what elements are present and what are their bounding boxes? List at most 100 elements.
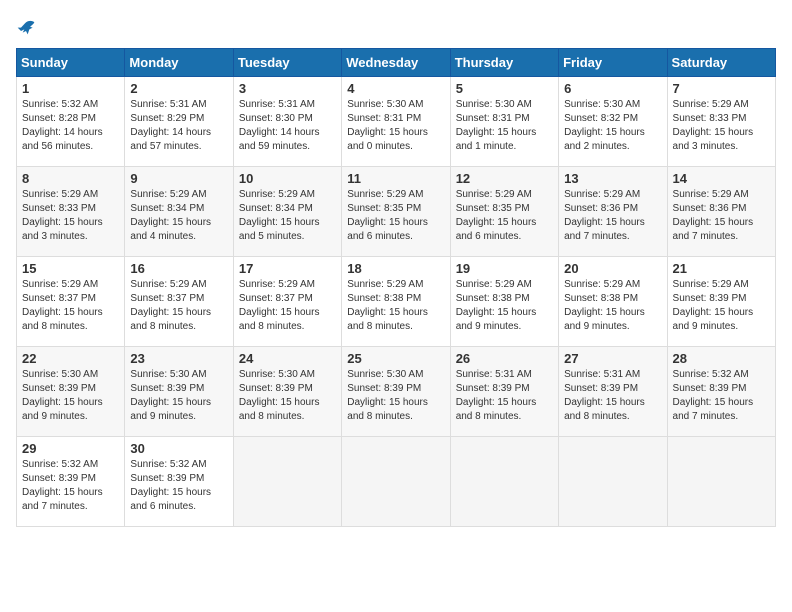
day-of-week-header: Friday — [559, 49, 667, 77]
calendar-day-cell: 16 Sunrise: 5:29 AM Sunset: 8:37 PM Dayli… — [125, 257, 233, 347]
day-number: 28 — [673, 351, 770, 366]
page-header — [16, 16, 776, 36]
day-number: 12 — [456, 171, 553, 186]
calendar-day-cell: 15 Sunrise: 5:29 AM Sunset: 8:37 PM Dayli… — [17, 257, 125, 347]
day-number: 21 — [673, 261, 770, 276]
day-number: 3 — [239, 81, 336, 96]
day-number: 13 — [564, 171, 661, 186]
day-number: 20 — [564, 261, 661, 276]
calendar-day-cell: 14 Sunrise: 5:29 AM Sunset: 8:36 PM Dayli… — [667, 167, 775, 257]
calendar-week-row: 15 Sunrise: 5:29 AM Sunset: 8:37 PM Dayli… — [17, 257, 776, 347]
day-number: 6 — [564, 81, 661, 96]
calendar-day-cell: 19 Sunrise: 5:29 AM Sunset: 8:38 PM Dayli… — [450, 257, 558, 347]
day-number: 24 — [239, 351, 336, 366]
day-info: Sunrise: 5:29 AM Sunset: 8:38 PM Dayligh… — [456, 278, 553, 334]
day-number: 26 — [456, 351, 553, 366]
calendar-day-cell — [233, 437, 341, 527]
calendar-day-cell: 10 Sunrise: 5:29 AM Sunset: 8:34 PM Dayli… — [233, 167, 341, 257]
day-info: Sunrise: 5:29 AM Sunset: 8:36 PM Dayligh… — [673, 188, 770, 244]
day-number: 14 — [673, 171, 770, 186]
calendar-day-cell: 9Sunrise: 5:29 AM Sunset: 8:34 PM Daylig… — [125, 167, 233, 257]
calendar-day-cell — [667, 437, 775, 527]
calendar-day-cell: 26 Sunrise: 5:31 AM Sunset: 8:39 PM Dayli… — [450, 347, 558, 437]
calendar-day-cell: 28 Sunrise: 5:32 AM Sunset: 8:39 PM Dayli… — [667, 347, 775, 437]
day-info: Sunrise: 5:32 AM Sunset: 8:28 PM Dayligh… — [22, 98, 119, 154]
calendar-day-cell: 22 Sunrise: 5:30 AM Sunset: 8:39 PM Dayli… — [17, 347, 125, 437]
day-number: 8 — [22, 171, 119, 186]
day-info: Sunrise: 5:31 AM Sunset: 8:39 PM Dayligh… — [456, 368, 553, 424]
calendar-day-cell: 30Sunrise: 5:32 AM Sunset: 8:39 PM Dayli… — [125, 437, 233, 527]
calendar-day-cell: 27 Sunrise: 5:31 AM Sunset: 8:39 PM Dayli… — [559, 347, 667, 437]
day-info: Sunrise: 5:32 AM Sunset: 8:39 PM Dayligh… — [22, 458, 119, 514]
calendar-day-cell: 23 Sunrise: 5:30 AM Sunset: 8:39 PM Dayli… — [125, 347, 233, 437]
calendar-week-row: 8 Sunrise: 5:29 AM Sunset: 8:33 PM Daylig… — [17, 167, 776, 257]
day-info: Sunrise: 5:29 AM Sunset: 8:35 PM Dayligh… — [456, 188, 553, 244]
day-number: 2 — [130, 81, 227, 96]
calendar-day-cell: 5Sunrise: 5:30 AM Sunset: 8:31 PM Daylig… — [450, 77, 558, 167]
calendar-day-cell: 8 Sunrise: 5:29 AM Sunset: 8:33 PM Daylig… — [17, 167, 125, 257]
day-number: 15 — [22, 261, 119, 276]
day-info: Sunrise: 5:30 AM Sunset: 8:39 PM Dayligh… — [130, 368, 227, 424]
calendar-day-cell: 1 Sunrise: 5:32 AM Sunset: 8:28 PM Daylig… — [17, 77, 125, 167]
day-number: 7 — [673, 81, 770, 96]
day-of-week-header: Wednesday — [342, 49, 450, 77]
day-info: Sunrise: 5:31 AM Sunset: 8:29 PM Dayligh… — [130, 98, 227, 154]
day-of-week-header: Thursday — [450, 49, 558, 77]
day-info: Sunrise: 5:30 AM Sunset: 8:31 PM Dayligh… — [347, 98, 444, 154]
calendar-day-cell: 25 Sunrise: 5:30 AM Sunset: 8:39 PM Dayli… — [342, 347, 450, 437]
calendar-day-cell: 3 Sunrise: 5:31 AM Sunset: 8:30 PM Daylig… — [233, 77, 341, 167]
calendar-week-row: 22 Sunrise: 5:30 AM Sunset: 8:39 PM Dayli… — [17, 347, 776, 437]
day-number: 16 — [130, 261, 227, 276]
calendar-day-cell — [342, 437, 450, 527]
calendar-day-cell: 2 Sunrise: 5:31 AM Sunset: 8:29 PM Daylig… — [125, 77, 233, 167]
calendar-day-cell: 24 Sunrise: 5:30 AM Sunset: 8:39 PM Dayli… — [233, 347, 341, 437]
day-info: Sunrise: 5:30 AM Sunset: 8:32 PM Dayligh… — [564, 98, 661, 154]
day-info: Sunrise: 5:31 AM Sunset: 8:30 PM Dayligh… — [239, 98, 336, 154]
calendar-day-cell: 7 Sunrise: 5:29 AM Sunset: 8:33 PM Daylig… — [667, 77, 775, 167]
day-number: 1 — [22, 81, 119, 96]
calendar-day-cell: 20 Sunrise: 5:29 AM Sunset: 8:38 PM Dayli… — [559, 257, 667, 347]
day-info: Sunrise: 5:31 AM Sunset: 8:39 PM Dayligh… — [564, 368, 661, 424]
day-number: 19 — [456, 261, 553, 276]
day-info: Sunrise: 5:29 AM Sunset: 8:36 PM Dayligh… — [564, 188, 661, 244]
calendar-table: SundayMondayTuesdayWednesdayThursdayFrid… — [16, 48, 776, 527]
logo — [16, 16, 36, 36]
day-of-week-header: Monday — [125, 49, 233, 77]
calendar-day-cell: 11Sunrise: 5:29 AM Sunset: 8:35 PM Dayli… — [342, 167, 450, 257]
day-info: Sunrise: 5:30 AM Sunset: 8:39 PM Dayligh… — [347, 368, 444, 424]
day-info: Sunrise: 5:32 AM Sunset: 8:39 PM Dayligh… — [673, 368, 770, 424]
day-info: Sunrise: 5:30 AM Sunset: 8:39 PM Dayligh… — [239, 368, 336, 424]
calendar-day-cell: 17Sunrise: 5:29 AM Sunset: 8:37 PM Dayli… — [233, 257, 341, 347]
day-info: Sunrise: 5:29 AM Sunset: 8:33 PM Dayligh… — [22, 188, 119, 244]
day-info: Sunrise: 5:29 AM Sunset: 8:39 PM Dayligh… — [673, 278, 770, 334]
logo-icon — [16, 16, 36, 36]
day-info: Sunrise: 5:29 AM Sunset: 8:37 PM Dayligh… — [22, 278, 119, 334]
calendar-day-cell: 29 Sunrise: 5:32 AM Sunset: 8:39 PM Dayli… — [17, 437, 125, 527]
day-number: 11 — [347, 171, 444, 186]
day-info: Sunrise: 5:29 AM Sunset: 8:37 PM Dayligh… — [130, 278, 227, 334]
calendar-week-row: 1 Sunrise: 5:32 AM Sunset: 8:28 PM Daylig… — [17, 77, 776, 167]
day-info: Sunrise: 5:30 AM Sunset: 8:39 PM Dayligh… — [22, 368, 119, 424]
day-number: 23 — [130, 351, 227, 366]
day-of-week-header: Tuesday — [233, 49, 341, 77]
day-of-week-header: Saturday — [667, 49, 775, 77]
day-info: Sunrise: 5:30 AM Sunset: 8:31 PM Dayligh… — [456, 98, 553, 154]
day-info: Sunrise: 5:29 AM Sunset: 8:37 PM Dayligh… — [239, 278, 336, 334]
day-number: 10 — [239, 171, 336, 186]
day-info: Sunrise: 5:32 AM Sunset: 8:39 PM Dayligh… — [130, 458, 227, 514]
day-info: Sunrise: 5:29 AM Sunset: 8:34 PM Dayligh… — [239, 188, 336, 244]
day-number: 22 — [22, 351, 119, 366]
day-number: 27 — [564, 351, 661, 366]
calendar-week-row: 29 Sunrise: 5:32 AM Sunset: 8:39 PM Dayli… — [17, 437, 776, 527]
calendar-day-cell: 4Sunrise: 5:30 AM Sunset: 8:31 PM Daylig… — [342, 77, 450, 167]
day-info: Sunrise: 5:29 AM Sunset: 8:38 PM Dayligh… — [564, 278, 661, 334]
calendar-day-cell — [559, 437, 667, 527]
calendar-day-cell — [450, 437, 558, 527]
day-info: Sunrise: 5:29 AM Sunset: 8:38 PM Dayligh… — [347, 278, 444, 334]
calendar-day-cell: 13 Sunrise: 5:29 AM Sunset: 8:36 PM Dayli… — [559, 167, 667, 257]
day-number: 29 — [22, 441, 119, 456]
day-number: 25 — [347, 351, 444, 366]
calendar-day-cell: 6 Sunrise: 5:30 AM Sunset: 8:32 PM Daylig… — [559, 77, 667, 167]
calendar-header-row: SundayMondayTuesdayWednesdayThursdayFrid… — [17, 49, 776, 77]
day-info: Sunrise: 5:29 AM Sunset: 8:33 PM Dayligh… — [673, 98, 770, 154]
